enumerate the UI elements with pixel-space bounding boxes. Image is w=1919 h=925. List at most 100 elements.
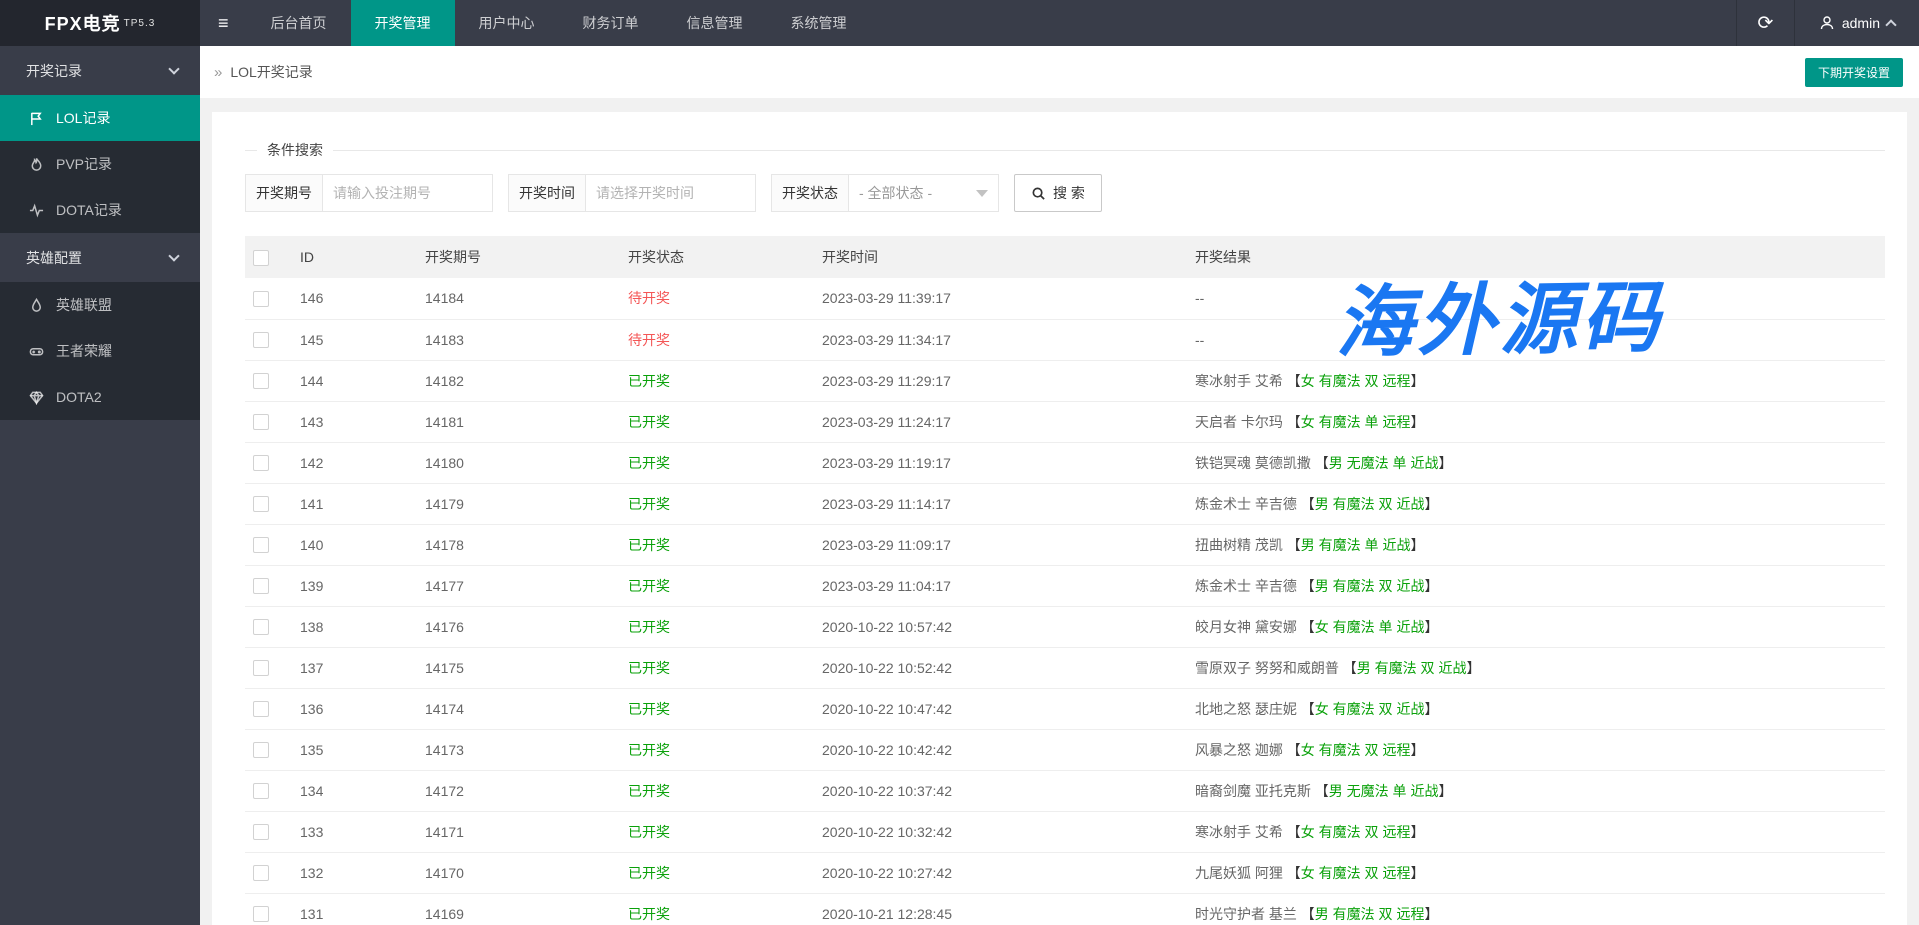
nav-tab-2[interactable]: 开奖管理	[351, 0, 455, 46]
row-checkbox[interactable]	[253, 824, 269, 840]
sidebar-item-LOL记录[interactable]: LOL记录	[0, 95, 200, 141]
row-checkbox[interactable]	[253, 537, 269, 553]
cell-result-name: 时光守护者 基兰	[1195, 906, 1297, 922]
select-all-checkbox[interactable]	[253, 250, 269, 266]
sidebar-item-DOTA记录[interactable]: DOTA记录	[0, 187, 200, 233]
cell-result-name: 炼金术士 辛吉德	[1195, 578, 1297, 594]
cell-id: 136	[300, 701, 323, 717]
cell-id: 143	[300, 414, 323, 430]
status-select[interactable]: - 全部状态 -	[849, 174, 999, 212]
cell-result-name: --	[1195, 332, 1204, 348]
row-checkbox[interactable]	[253, 742, 269, 758]
table-row: 14214180已开奖2023-03-29 11:19:17铁铠冥魂 莫德凯撒 …	[245, 442, 1885, 483]
table-row: 14114179已开奖2023-03-29 11:14:17炼金术士 辛吉德 【…	[245, 483, 1885, 524]
cell-issue: 14184	[425, 290, 464, 306]
result-bracket-close: 】	[1410, 824, 1424, 840]
cell-status: 已开奖	[628, 906, 670, 922]
user-menu[interactable]: admin	[1794, 0, 1919, 46]
time-field-group: 开奖时间	[508, 174, 756, 212]
table-row: 13314171已开奖2020-10-22 10:32:42寒冰射手 艾希 【女…	[245, 811, 1885, 852]
cell-time: 2023-03-29 11:19:17	[822, 455, 951, 471]
search-panel: 条件搜索 开奖期号 开奖时间 开奖状态 - 全部状态 -	[245, 140, 1885, 236]
table-row: 13514173已开奖2020-10-22 10:42:42风暴之怒 迦娜 【女…	[245, 729, 1885, 770]
gamepad-icon	[28, 343, 45, 360]
draw-records-table: ID开奖期号开奖状态开奖时间开奖结果 14614184待开奖2023-03-29…	[245, 236, 1885, 925]
result-bracket-close: 】	[1410, 742, 1424, 758]
cell-issue: 14178	[425, 537, 464, 553]
status-field-group: 开奖状态 - 全部状态 -	[771, 174, 999, 212]
cell-result-attrs: 男 无魔法 单 近战	[1329, 455, 1439, 471]
cell-result-name: 寒冰射手 艾希	[1195, 373, 1283, 389]
cell-id: 144	[300, 373, 323, 389]
hamburger-icon[interactable]: ≡	[200, 0, 247, 46]
result-bracket-close: 】	[1424, 578, 1438, 594]
nav-tab-6[interactable]: 系统管理	[767, 0, 871, 46]
row-checkbox[interactable]	[253, 455, 269, 471]
result-bracket-open: 【	[1297, 906, 1315, 922]
draw-time-input[interactable]	[586, 174, 756, 212]
sidebar-group-2[interactable]: 英雄配置	[0, 233, 200, 282]
row-checkbox[interactable]	[253, 578, 269, 594]
select-caret-icon	[976, 190, 988, 197]
nav-tab-3[interactable]: 用户中心	[455, 0, 559, 46]
refresh-icon[interactable]: ⟳	[1736, 0, 1794, 46]
content-card: 条件搜索 开奖期号 开奖时间 开奖状态 - 全部状态 -	[212, 112, 1907, 925]
row-checkbox[interactable]	[253, 414, 269, 430]
row-checkbox[interactable]	[253, 906, 269, 922]
cell-issue: 14173	[425, 742, 464, 758]
cell-result-attrs: 男 有魔法 双 近战	[1315, 496, 1425, 512]
row-checkbox[interactable]	[253, 783, 269, 799]
result-bracket-open: 【	[1297, 619, 1315, 635]
cell-issue: 14180	[425, 455, 464, 471]
result-bracket-open: 【	[1297, 578, 1315, 594]
cell-status: 已开奖	[628, 414, 670, 430]
cell-result-attrs: 女 有魔法 单 远程	[1301, 414, 1411, 430]
column-header-id: ID	[300, 236, 425, 278]
row-checkbox[interactable]	[253, 660, 269, 676]
cell-issue: 14181	[425, 414, 464, 430]
cell-issue: 14182	[425, 373, 464, 389]
cell-id: 132	[300, 865, 323, 881]
app-version: TP5.3	[124, 18, 156, 29]
cell-result-attrs: 男 有魔法 双 近战	[1315, 578, 1425, 594]
sidebar-group-label: 开奖记录	[26, 61, 82, 81]
nav-tab-4[interactable]: 财务订单	[559, 0, 663, 46]
row-checkbox[interactable]	[253, 619, 269, 635]
row-checkbox[interactable]	[253, 373, 269, 389]
row-checkbox[interactable]	[253, 291, 269, 307]
cell-issue: 14174	[425, 701, 464, 717]
ink-icon	[28, 297, 45, 314]
next-draw-settings-button[interactable]: 下期开奖设置	[1805, 58, 1903, 87]
cell-issue: 14171	[425, 824, 464, 840]
issue-input[interactable]	[323, 174, 493, 212]
sidebar-item-DOTA2[interactable]: DOTA2	[0, 374, 200, 420]
pulse-icon	[28, 202, 45, 219]
row-checkbox[interactable]	[253, 865, 269, 881]
sidebar-item-王者荣耀[interactable]: 王者荣耀	[0, 328, 200, 374]
main-area: » LOL开奖记录 下期开奖设置 条件搜索 开奖期号 开奖时间 开奖状态 - 全	[200, 46, 1919, 925]
page-title: LOL开奖记录	[230, 62, 312, 82]
chevron-down-icon	[168, 250, 179, 261]
row-checkbox[interactable]	[253, 701, 269, 717]
username: admin	[1842, 15, 1880, 31]
cell-time: 2020-10-22 10:52:42	[822, 660, 952, 676]
sidebar-item-英雄联盟[interactable]: 英雄联盟	[0, 282, 200, 328]
column-header-issue: 开奖期号	[425, 236, 628, 278]
cell-result-name: 九尾妖狐 阿狸	[1195, 865, 1283, 881]
search-button[interactable]: 搜 索	[1014, 174, 1102, 212]
user-icon	[1819, 15, 1835, 31]
result-bracket-close: 】	[1424, 496, 1438, 512]
table-row: 13714175已开奖2020-10-22 10:52:42雪原双子 努努和威朗…	[245, 647, 1885, 688]
cell-issue: 14176	[425, 619, 464, 635]
nav-tab-1[interactable]: 后台首页	[247, 0, 351, 46]
cell-issue: 14169	[425, 906, 464, 922]
cell-id: 135	[300, 742, 323, 758]
time-field-label: 开奖时间	[508, 174, 586, 212]
sidebar-group-1[interactable]: 开奖记录	[0, 46, 200, 95]
row-checkbox[interactable]	[253, 332, 269, 348]
nav-tab-5[interactable]: 信息管理	[663, 0, 767, 46]
sidebar-item-PVP记录[interactable]: PVP记录	[0, 141, 200, 187]
cell-result-name: 铁铠冥魂 莫德凯撒	[1195, 455, 1311, 471]
cell-time: 2023-03-29 11:24:17	[822, 414, 951, 430]
row-checkbox[interactable]	[253, 496, 269, 512]
